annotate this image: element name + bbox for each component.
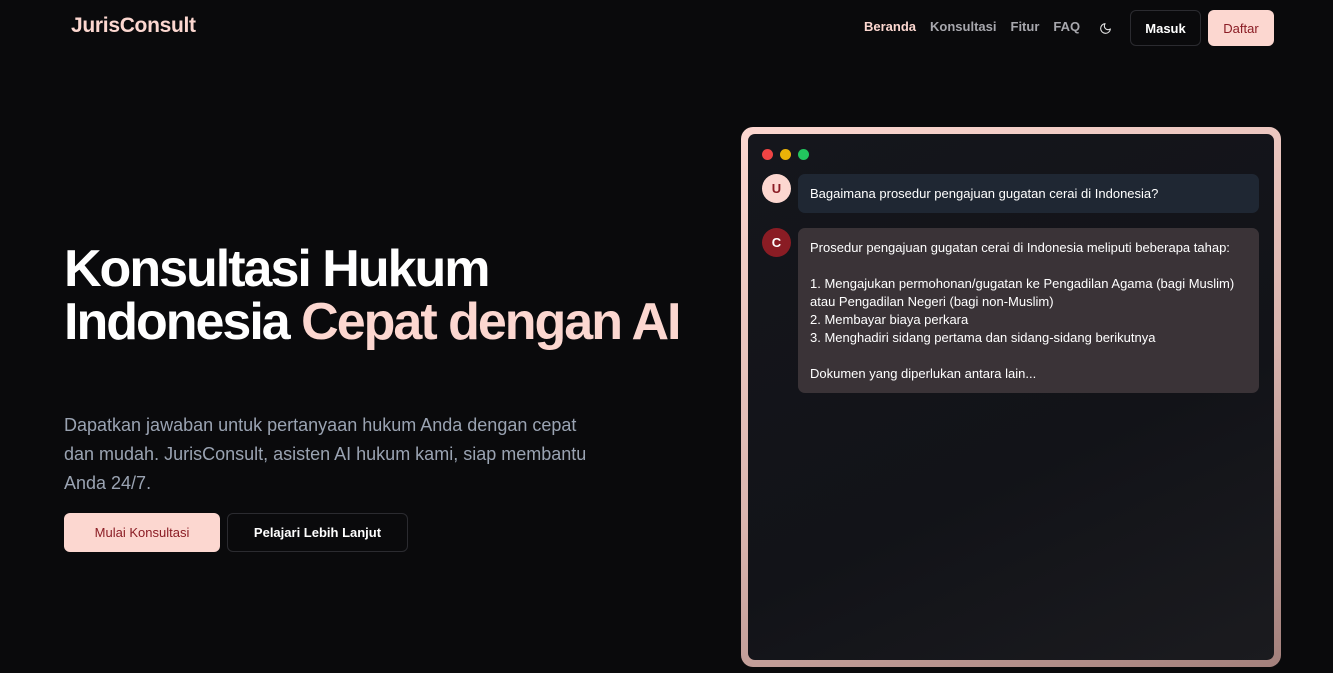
chat-preview-window: U Bagaimana prosedur pengajuan gugatan c… [748, 134, 1274, 660]
assistant-avatar: C [762, 228, 791, 257]
brand-logo[interactable]: JurisConsult [71, 14, 196, 38]
nav-link-fitur[interactable]: Fitur [1011, 19, 1040, 34]
nav-link-beranda[interactable]: Beranda [864, 19, 916, 34]
moon-icon [1099, 22, 1111, 34]
hero-subtitle: Dapatkan jawaban untuk pertanyaan hukum … [64, 415, 587, 493]
landing-page: JurisConsult Beranda Konsultasi Fitur FA… [0, 0, 1333, 673]
hero-title-accent: Cepat dengan AI [301, 293, 681, 351]
register-button[interactable]: Daftar [1208, 10, 1274, 46]
login-button[interactable]: Masuk [1130, 10, 1201, 46]
nav-link-faq[interactable]: FAQ [1053, 19, 1080, 34]
hero-title: Konsultasi Hukum Indonesia Cepat dengan … [64, 243, 684, 349]
theme-toggle-button[interactable] [1094, 17, 1116, 39]
assistant-message-bubble: Prosedur pengajuan gugatan cerai di Indo… [798, 228, 1259, 393]
user-message-bubble: Bagaimana prosedur pengajuan gugatan cer… [798, 174, 1259, 213]
window-minimize-dot [780, 149, 791, 160]
window-maximize-dot [798, 149, 809, 160]
nav-link-konsultasi[interactable]: Konsultasi [930, 19, 996, 34]
start-consultation-button[interactable]: Mulai Konsultasi [64, 513, 220, 552]
chat-preview-frame: U Bagaimana prosedur pengajuan gugatan c… [741, 127, 1281, 667]
top-navbar: JurisConsult Beranda Konsultasi Fitur FA… [0, 0, 1333, 56]
user-avatar: U [762, 174, 791, 203]
window-controls [762, 149, 809, 160]
window-close-dot [762, 149, 773, 160]
learn-more-button[interactable]: Pelajari Lebih Lanjut [227, 513, 408, 552]
nav-links: Beranda Konsultasi Fitur FAQ [864, 19, 1080, 34]
